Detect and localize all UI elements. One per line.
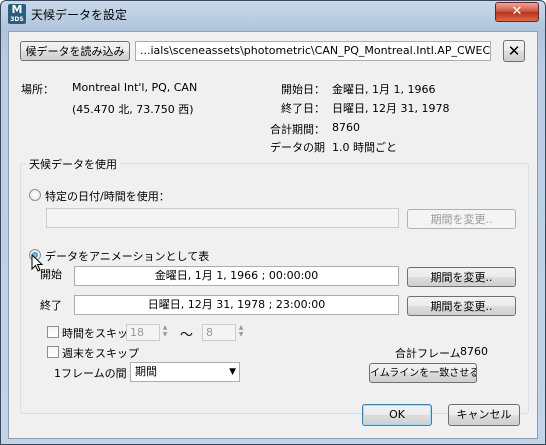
dialog-client: 候データを読み込み ...ials\sceneassets\photometri… — [8, 31, 538, 439]
specific-date-radio[interactable] — [29, 189, 41, 201]
specific-date-field[interactable] — [46, 208, 399, 228]
app-icon: M 3DS — [8, 4, 26, 24]
app-icon-sub: 3DS — [10, 16, 24, 23]
end-date-label: 終了日： — [281, 102, 325, 115]
skip-time-from-spinner[interactable]: 18 — [126, 324, 160, 341]
specific-date-label[interactable]: 特定の日付/時間を使用： — [45, 188, 170, 204]
dialog-window: M 3DS 天候データを設定 ✕ 候データを読み込み ...ials\scenea… — [0, 0, 546, 445]
skip-weekend-checkbox[interactable] — [47, 346, 59, 358]
total-period-value: 8760 — [332, 121, 360, 134]
total-period-label: 合計期間： — [270, 123, 325, 136]
data-period-label: データの期 — [270, 141, 325, 154]
chevron-down-icon: ▼ — [229, 367, 236, 377]
match-timeline-button[interactable]: イムラインを一致させる — [369, 363, 477, 383]
frame-interval-label: 1フレームの間 — [54, 367, 127, 380]
animation-label[interactable]: データをアニメーションとして表 — [45, 248, 209, 264]
app-icon-letter: M — [11, 3, 23, 16]
start-datetime-field[interactable]: 金曜日, 1月 1, 1966 ; 00:00:00 — [74, 266, 399, 286]
frame-interval-select[interactable]: 期間 ▼ — [130, 362, 240, 382]
weather-file-path-field[interactable]: ...ials\sceneassets\photometric\CAN_PQ_M… — [135, 41, 491, 61]
skip-time-to-arrows[interactable]: ▲ ▼ — [237, 324, 245, 338]
location-name: Montreal Int'l, PQ, CAN — [72, 81, 198, 94]
close-icon: ✕ — [507, 42, 521, 60]
skip-weekend-label[interactable]: 週末をスキップ — [62, 345, 139, 361]
end-date-value: 日曜日, 12月 31, 1978 — [332, 102, 450, 115]
start-date-label: 開始日： — [281, 83, 325, 96]
data-period-value: 1.0 時間ごと — [332, 141, 397, 154]
ok-button[interactable]: OK — [362, 404, 432, 426]
window-close-button[interactable]: ✕ — [495, 2, 539, 22]
skip-time-from-arrows[interactable]: ▲ ▼ — [161, 324, 169, 338]
total-frames-value: 8760 — [460, 345, 488, 358]
title-bar[interactable]: M 3DS 天候データを設定 ✕ — [1, 1, 545, 27]
skip-time-checkbox[interactable] — [47, 326, 59, 338]
end-label: 終了 — [40, 299, 62, 312]
location-coords: (45.470 北, 73.750 西) — [72, 103, 194, 116]
location-label: 場所： — [21, 83, 54, 96]
tilde-separator: 〜 — [180, 328, 194, 343]
load-weather-data-button[interactable]: 候データを読み込み — [20, 41, 130, 61]
end-datetime-field[interactable]: 日曜日, 12月 31, 1978 ; 23:00:00 — [74, 295, 399, 315]
frame-interval-value: 期間 — [135, 365, 157, 378]
clear-file-button[interactable]: ✕ — [503, 40, 525, 62]
cancel-button[interactable]: キャンセル — [448, 404, 520, 426]
window-title: 天候データを設定 — [31, 8, 128, 22]
total-frames-label: 合計フレーム — [395, 347, 461, 360]
start-date-value: 金曜日, 1月 1, 1966 — [332, 83, 436, 96]
start-change-period-button[interactable]: 期間を変更.. — [407, 267, 516, 287]
specific-change-period-button[interactable]: 期間を変更.. — [407, 209, 516, 229]
use-weather-data-group-title: 天候データを使用 — [26, 156, 120, 172]
start-label: 開始 — [40, 268, 62, 281]
end-change-period-button[interactable]: 期間を変更.. — [407, 296, 516, 316]
skip-time-label[interactable]: 時間をスキッ — [62, 325, 128, 341]
skip-time-to-spinner[interactable]: 8 — [202, 324, 236, 341]
